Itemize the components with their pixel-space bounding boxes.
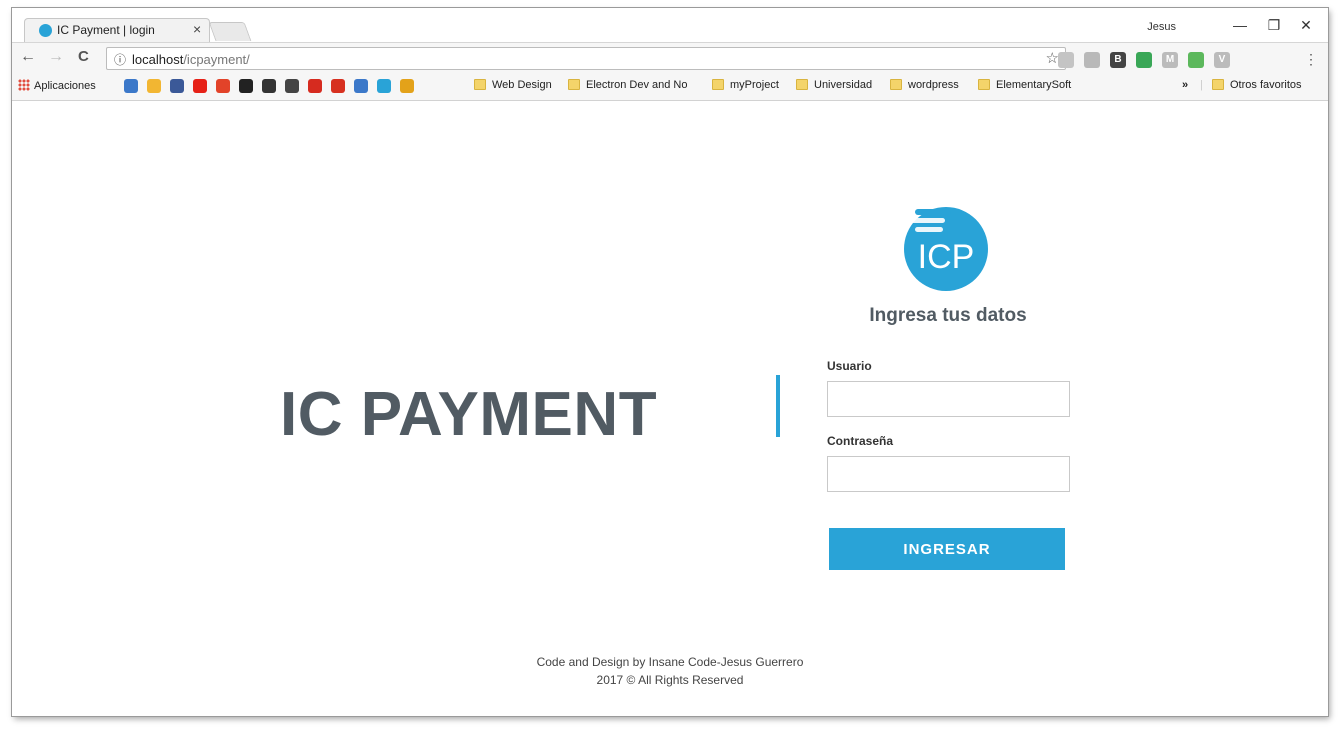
tab-strip: IC Payment | login × Jesus — ❐ ✕ [12, 8, 1328, 42]
bookmark-folder-label: Web Design [492, 79, 552, 91]
gitlab-icon[interactable] [216, 79, 230, 93]
logo-text: ICP [918, 238, 975, 276]
new-badge-icon[interactable] [1136, 52, 1152, 68]
bookmark-star-icon[interactable]: ☆ [1046, 49, 1059, 67]
bookmark-folder[interactable]: Web Design [474, 79, 552, 91]
login-button[interactable]: INGRESAR [829, 528, 1065, 570]
url-host: localhost [132, 52, 184, 67]
forward-icon[interactable]: → [48, 48, 64, 66]
user-label: Usuario [827, 359, 872, 373]
bookmark-folder-label: wordpress [908, 79, 959, 91]
drive-icon[interactable] [147, 79, 161, 93]
password-field[interactable] [827, 456, 1070, 492]
envelope-icon[interactable] [400, 79, 414, 93]
bookmark-folder[interactable]: wordpress [890, 79, 959, 91]
info-icon[interactable]: ⓘ [114, 51, 126, 68]
tab-login[interactable]: IC Payment | login × [24, 18, 210, 42]
mail-icon[interactable] [124, 79, 138, 93]
user-field[interactable] [827, 381, 1070, 417]
folder-icon [890, 79, 902, 90]
ebook-icon[interactable] [331, 79, 345, 93]
form-title: Ingresa tus datos [869, 305, 1027, 326]
address-bar[interactable]: ⓘ localhost/icpayment/ ☆ [106, 47, 1066, 70]
back-icon[interactable]: ← [20, 48, 36, 66]
restore-icon[interactable]: ❐ [1264, 17, 1284, 34]
icp-favicon-icon [39, 24, 52, 37]
apps-label: Aplicaciones [34, 80, 96, 92]
folder-icon [1212, 79, 1224, 90]
browser-window: IC Payment | login × Jesus — ❐ ✕ ← → C ⓘ… [12, 8, 1328, 716]
bookmarks-bar: Aplicaciones Web Design Electron Dev and … [12, 74, 1328, 101]
close-icon[interactable]: ✕ [1296, 17, 1316, 34]
tomato-icon[interactable] [308, 79, 322, 93]
mail-icon[interactable]: M [1162, 52, 1178, 68]
other-bookmarks-label: Otros favoritos [1230, 79, 1302, 91]
folder-icon [978, 79, 990, 90]
bootstrap-icon[interactable]: B [1110, 52, 1126, 68]
tab-title: IC Payment | login [57, 23, 155, 37]
bookmark-folder-label: Universidad [814, 79, 873, 91]
youtube-icon[interactable] [193, 79, 207, 93]
power-icon[interactable] [285, 79, 299, 93]
bookmark-folder[interactable]: Universidad [796, 79, 872, 91]
folder-icon [568, 79, 580, 90]
bookmark-folder[interactable]: Electron Dev and No [568, 79, 688, 91]
bookmarks-overflow-icon[interactable]: » [1182, 79, 1188, 91]
footer-copyright: 2017 © All Rights Reserved [596, 673, 744, 687]
minimize-icon[interactable]: — [1230, 17, 1250, 33]
bookmark-folder[interactable]: myProject [712, 79, 779, 91]
footer: Code and Design by Insane Code-Jesus Gue… [12, 653, 1328, 689]
brand-title: IC PAYMENT [280, 380, 658, 449]
reload-icon[interactable]: C [78, 48, 89, 65]
password-label: Contraseña [827, 434, 894, 448]
bookmark-folder[interactable]: ElementarySoft [978, 79, 1071, 91]
browser-toolbar: ← → C ⓘ localhost/icpayment/ ☆ B M V ⋮ [12, 42, 1328, 75]
new-tab-button[interactable] [208, 22, 252, 41]
square-icon[interactable] [1084, 52, 1100, 68]
bookmark-folder-label: myProject [730, 79, 779, 91]
facebook-icon[interactable] [170, 79, 184, 93]
apps-bookmark[interactable]: Aplicaciones [18, 79, 96, 92]
other-bookmarks[interactable]: Otros favoritos [1212, 79, 1302, 91]
codepen-icon[interactable] [262, 79, 276, 93]
menu-icon[interactable]: ⋮ [1304, 51, 1318, 68]
bookmark-folder-label: Electron Dev and No [586, 79, 688, 91]
folder-icon [712, 79, 724, 90]
login-page: IC PAYMENT ICP Ingresa tus datos Usuario… [12, 101, 1328, 716]
brand-divider [776, 375, 780, 437]
footer-credit: Code and Design by Insane Code-Jesus Gue… [536, 655, 804, 669]
github-icon[interactable] [239, 79, 253, 93]
folder-icon [796, 79, 808, 90]
vue-icon[interactable]: V [1214, 52, 1230, 68]
shield-icon[interactable] [354, 79, 368, 93]
url-text: localhost/icpayment/ [132, 52, 250, 67]
bookmarks-separator: | [1200, 79, 1203, 91]
cloud-icon[interactable] [1058, 52, 1074, 68]
icp-icon[interactable] [377, 79, 391, 93]
bookmark-folder-label: ElementarySoft [996, 79, 1072, 91]
tab-close-icon[interactable]: × [193, 21, 201, 37]
profile-name[interactable]: Jesus [1147, 21, 1176, 33]
folder-icon [474, 79, 486, 90]
green-ext-icon[interactable] [1188, 52, 1204, 68]
apps-grid-icon [18, 79, 30, 91]
url-path: /icpayment/ [183, 52, 250, 67]
icp-logo-icon: ICP [904, 207, 988, 291]
